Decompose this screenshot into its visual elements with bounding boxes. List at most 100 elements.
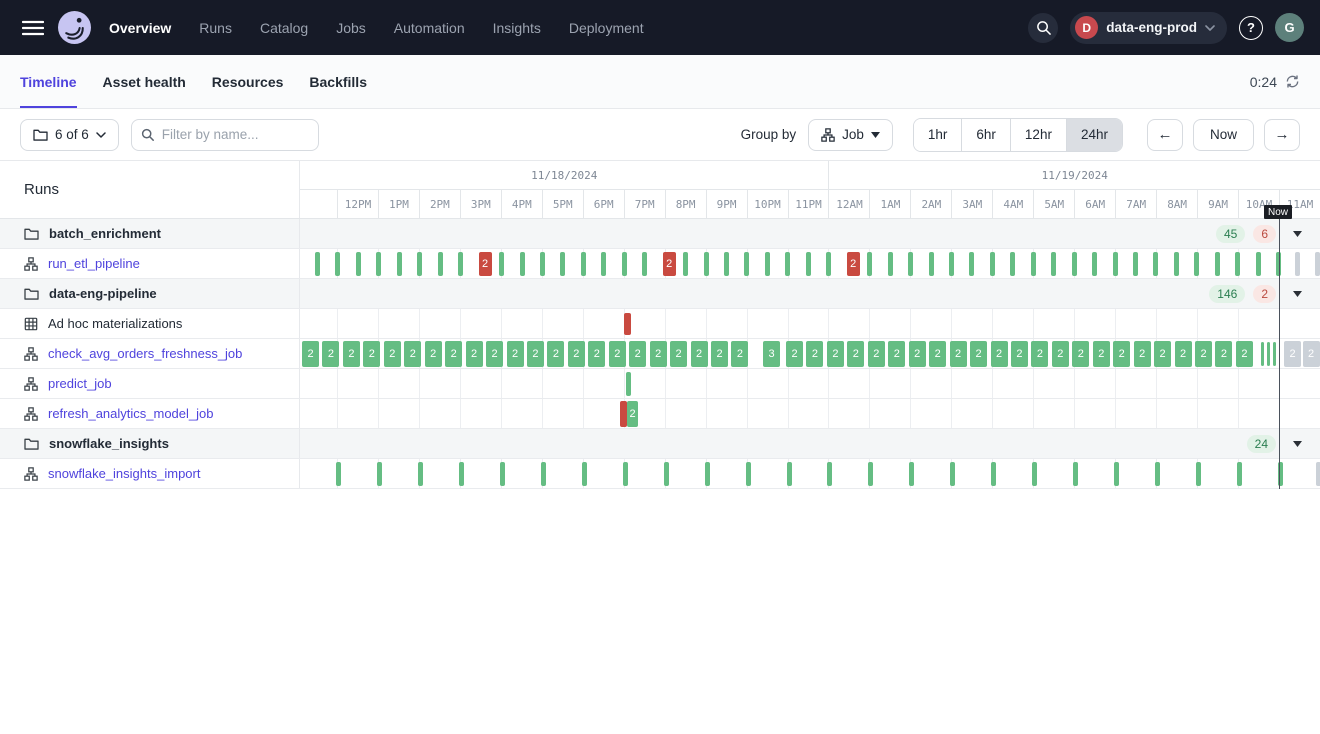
run-bar-success[interactable] [1215, 252, 1220, 276]
run-bar-success[interactable] [622, 252, 627, 276]
row-name[interactable]: snowflake_insights_import [48, 466, 200, 481]
run-bar-success[interactable]: 2 [322, 341, 339, 367]
run-bar-success[interactable] [459, 462, 464, 486]
run-bar-future[interactable] [1295, 252, 1300, 276]
range-12hr[interactable]: 12hr [1011, 119, 1067, 151]
run-bar-success[interactable]: 2 [1215, 341, 1232, 367]
tab-backfills[interactable]: Backfills [309, 55, 367, 108]
run-bar-success[interactable] [1031, 252, 1036, 276]
workspace-switcher[interactable]: D data-eng-prod [1070, 12, 1227, 44]
run-bar-success[interactable] [1051, 252, 1056, 276]
run-bar-success[interactable]: 2 [1093, 341, 1110, 367]
run-bar-success[interactable] [1267, 342, 1270, 366]
run-bar-success[interactable]: 2 [445, 341, 462, 367]
group-row-batch-enrichment[interactable]: batch_enrichment456 [0, 219, 1320, 249]
run-bar-success[interactable] [626, 372, 631, 396]
run-bar-success[interactable] [1276, 252, 1281, 276]
run-bar-success[interactable] [458, 252, 463, 276]
run-bar-success[interactable]: 2 [1031, 341, 1048, 367]
run-bar-success[interactable]: 2 [1072, 341, 1089, 367]
run-bar-success[interactable] [541, 462, 546, 486]
run-bar-failure[interactable] [620, 401, 627, 427]
run-bar-success[interactable]: 2 [507, 341, 524, 367]
run-bar-success[interactable]: 2 [970, 341, 987, 367]
run-bar-future[interactable] [1315, 252, 1320, 276]
tab-asset-health[interactable]: Asset health [103, 55, 186, 108]
run-bar-success[interactable]: 2 [547, 341, 564, 367]
run-bar-success[interactable]: 2 [404, 341, 421, 367]
nav-item-insights[interactable]: Insights [493, 20, 541, 36]
group-row-data-eng-pipeline[interactable]: data-eng-pipeline1462 [0, 279, 1320, 309]
group-by-dropdown[interactable]: Job [808, 119, 893, 151]
run-bar-future[interactable] [1316, 462, 1320, 486]
run-bar-success[interactable] [683, 252, 688, 276]
run-bar-failure[interactable]: 2 [847, 252, 860, 276]
run-bar-success[interactable] [582, 462, 587, 486]
run-bar-success[interactable] [744, 252, 749, 276]
run-bar-success[interactable] [356, 252, 361, 276]
run-bar-success[interactable] [1092, 252, 1097, 276]
run-bar-success[interactable] [1113, 252, 1118, 276]
run-bar-success[interactable]: 2 [827, 341, 844, 367]
run-bar-success[interactable] [1174, 252, 1179, 276]
repo-filter-button[interactable]: 6 of 6 [20, 119, 119, 151]
run-bar-success[interactable] [806, 252, 811, 276]
run-bar-success[interactable]: 2 [1113, 341, 1130, 367]
run-bar-success[interactable] [1273, 342, 1276, 366]
run-bar-success[interactable]: 2 [868, 341, 885, 367]
run-bar-success[interactable] [949, 252, 954, 276]
run-bar-success[interactable]: 2 [629, 341, 646, 367]
run-bar-success[interactable] [500, 462, 505, 486]
run-bar-success[interactable] [336, 462, 341, 486]
run-bar-success[interactable] [950, 462, 955, 486]
run-bar-success[interactable] [1196, 462, 1201, 486]
run-bar-success[interactable] [785, 252, 790, 276]
run-bar-success[interactable]: 2 [731, 341, 748, 367]
run-bar-success[interactable]: 2 [806, 341, 823, 367]
run-bar-success[interactable]: 2 [466, 341, 483, 367]
run-bar-success[interactable] [397, 252, 402, 276]
run-bar-success[interactable]: 2 [711, 341, 728, 367]
run-bar-success[interactable] [520, 252, 525, 276]
run-bar-success[interactable] [888, 252, 893, 276]
run-bar-success[interactable]: 2 [527, 341, 544, 367]
run-bar-success[interactable] [787, 462, 792, 486]
run-bar-success[interactable]: 2 [929, 341, 946, 367]
run-bar-success[interactable]: 2 [568, 341, 585, 367]
run-bar-success[interactable] [315, 252, 320, 276]
run-bar-success[interactable]: 2 [888, 341, 905, 367]
nav-item-automation[interactable]: Automation [394, 20, 465, 36]
timeline-now-button[interactable]: Now [1193, 119, 1254, 151]
help-icon[interactable]: ? [1239, 16, 1263, 40]
run-bar-success[interactable]: 2 [384, 341, 401, 367]
run-bar-success[interactable] [1235, 252, 1240, 276]
nav-item-catalog[interactable]: Catalog [260, 20, 308, 36]
run-bar-success[interactable] [909, 462, 914, 486]
row-name[interactable]: check_avg_orders_freshness_job [48, 346, 242, 361]
run-bar-success[interactable]: 2 [650, 341, 667, 367]
run-bar-success[interactable] [705, 462, 710, 486]
range-6hr[interactable]: 6hr [962, 119, 1011, 151]
run-bar-future[interactable]: 2 [1303, 341, 1320, 367]
avatar[interactable]: G [1275, 13, 1304, 42]
run-bar-success[interactable]: 2 [302, 341, 319, 367]
run-bar-success[interactable] [991, 462, 996, 486]
run-bar-success[interactable] [724, 252, 729, 276]
run-bar-success[interactable]: 2 [609, 341, 626, 367]
name-filter-input[interactable] [131, 119, 319, 151]
nav-item-deployment[interactable]: Deployment [569, 20, 644, 36]
run-bar-success[interactable] [1153, 252, 1158, 276]
run-bar-success[interactable] [867, 252, 872, 276]
run-bar-success[interactable]: 2 [1052, 341, 1069, 367]
run-bar-success[interactable]: 2 [786, 341, 803, 367]
run-bar-success[interactable] [826, 252, 831, 276]
run-bar-success[interactable] [601, 252, 606, 276]
search-button[interactable] [1028, 13, 1058, 43]
run-bar-success[interactable] [1133, 252, 1138, 276]
expand-group-button[interactable] [1288, 435, 1306, 453]
run-bar-success[interactable] [1010, 252, 1015, 276]
run-bar-success[interactable]: 2 [950, 341, 967, 367]
run-bar-success[interactable] [642, 252, 647, 276]
range-1hr[interactable]: 1hr [914, 119, 963, 151]
run-bar-success[interactable]: 2 [425, 341, 442, 367]
